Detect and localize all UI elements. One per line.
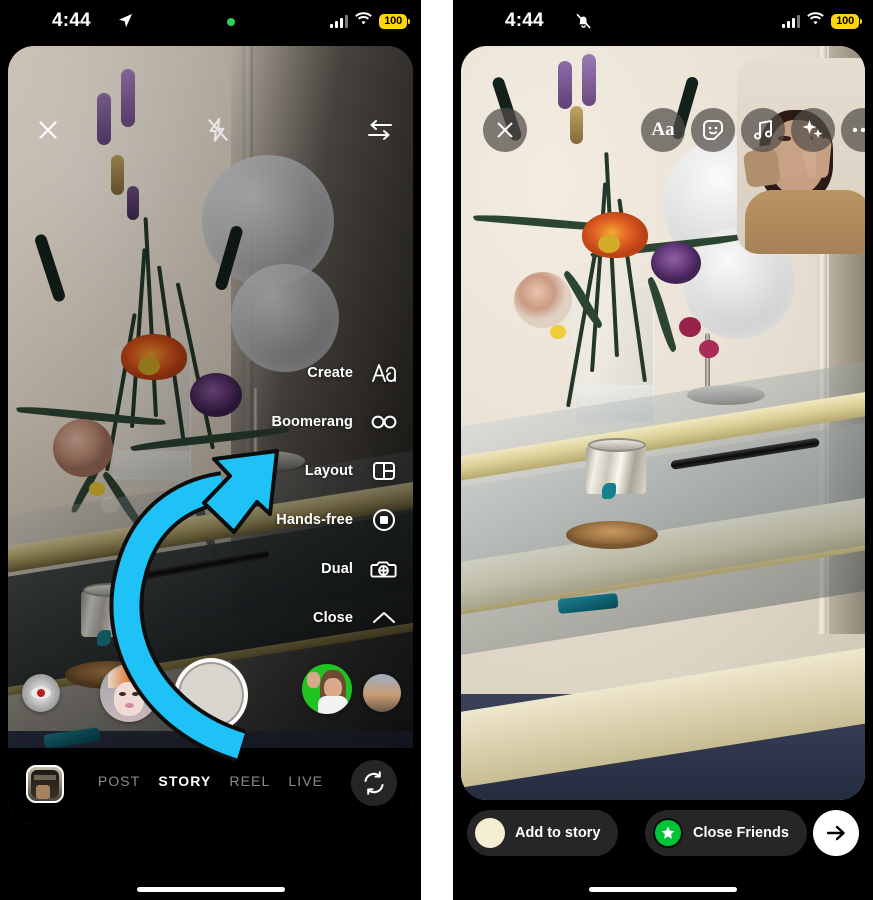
camera-viewport-left[interactable]: Create Boomerang Layout Hands-free Dual … xyxy=(8,46,413,824)
menu-item-label: Boomerang xyxy=(271,413,353,430)
sticker-smiley-icon[interactable] xyxy=(691,108,735,152)
swap-arrows-icon[interactable] xyxy=(363,114,397,146)
cellular-bars-icon xyxy=(782,14,801,28)
battery-indicator: 100 xyxy=(379,13,410,29)
capture-controls xyxy=(16,658,405,732)
add-to-story-button[interactable]: Add to story xyxy=(467,810,619,856)
status-indicators: 100 xyxy=(330,12,410,30)
mode-live[interactable]: LIVE xyxy=(288,773,323,789)
close-x-icon[interactable] xyxy=(32,114,64,146)
menu-item-boomerang[interactable]: Boomerang xyxy=(272,397,399,446)
sparkles-effects-icon[interactable] xyxy=(791,108,835,152)
add-to-story-label: Add to story xyxy=(515,825,601,841)
chevron-up-icon xyxy=(369,603,399,633)
more-ellipsis-icon[interactable] xyxy=(841,108,865,152)
sunset-landscape-effect-thumbnail[interactable] xyxy=(363,674,401,712)
cellular-bars-icon xyxy=(330,14,349,28)
dried-yellow-bloom xyxy=(111,154,125,195)
status-time: 4:44 xyxy=(52,10,91,31)
front-camera-pip[interactable] xyxy=(737,58,865,254)
screenshot-stage: Create Boomerang Layout Hands-free Dual … xyxy=(0,0,873,900)
status-time: 4:44 xyxy=(505,10,544,31)
lavender-bloom xyxy=(557,61,572,110)
battery-indicator: 100 xyxy=(831,13,862,29)
close-friends-button[interactable]: Close Friends xyxy=(645,810,807,856)
mode-post[interactable]: POST xyxy=(98,773,141,789)
menu-item-create[interactable]: Create xyxy=(272,348,399,397)
pip-selfie-image xyxy=(737,58,865,254)
vase-water xyxy=(114,450,191,487)
tin-teal-marking xyxy=(97,629,112,646)
yellow-bloom xyxy=(89,481,105,496)
close-x-icon[interactable] xyxy=(483,108,527,152)
camera-flip-icon[interactable] xyxy=(351,760,397,806)
pink-peony xyxy=(513,272,572,329)
menu-item-close[interactable]: Close xyxy=(272,593,399,642)
camera-top-bar xyxy=(16,104,405,156)
gallery-thumbnail[interactable] xyxy=(26,765,64,803)
panel-gap xyxy=(421,0,453,900)
tin-rim xyxy=(82,582,139,597)
text-aa-icon[interactable]: Aa xyxy=(641,108,685,152)
lavender-bloom xyxy=(582,53,597,106)
menu-item-label: Close xyxy=(313,609,353,626)
menu-item-hands-free[interactable]: Hands-free xyxy=(272,495,399,544)
shutter-button[interactable] xyxy=(173,658,248,732)
story-preview-viewport[interactable]: Aa xyxy=(461,46,865,800)
music-note-icon[interactable] xyxy=(741,108,785,152)
story-editor-toolbar: Aa xyxy=(469,108,865,154)
user-avatar xyxy=(475,818,505,848)
close-friends-label: Close Friends xyxy=(693,825,789,841)
close-friends-star-icon xyxy=(653,818,683,848)
purple-thistle xyxy=(650,242,701,285)
layout-grid-icon xyxy=(369,456,399,486)
phone-screenshot-left: Create Boomerang Layout Hands-free Dual … xyxy=(0,0,421,900)
menu-item-label: Create xyxy=(307,364,353,381)
home-indicator xyxy=(589,887,737,892)
capture-modes: POST STORY REEL LIVE xyxy=(98,773,323,789)
infinity-icon xyxy=(369,407,399,437)
purple-thistle xyxy=(190,372,243,417)
capture-mode-bar: POST STORY REEL LIVE xyxy=(8,748,413,824)
camera-mode-menu: Create Boomerang Layout Hands-free Dual … xyxy=(272,348,399,642)
bell-slash-icon xyxy=(575,13,592,29)
status-bar-right: 4:44 100 xyxy=(453,0,873,44)
status-indicators: 100 xyxy=(782,12,862,30)
cork-coaster xyxy=(566,521,659,550)
menu-item-label: Hands-free xyxy=(276,511,353,528)
metal-tin xyxy=(586,445,647,494)
avatar-face-filter-thumbnail[interactable] xyxy=(100,664,158,722)
green-screen-effect-thumbnail[interactable] xyxy=(302,664,352,714)
text-tool-label: Aa xyxy=(651,119,675,140)
flower-center xyxy=(137,357,160,376)
next-arrow-button[interactable] xyxy=(813,810,859,856)
flower-center xyxy=(598,234,621,253)
mirror-stand xyxy=(253,388,259,461)
yellow-bloom xyxy=(549,324,566,339)
flash-off-icon[interactable] xyxy=(202,114,234,146)
location-arrow-icon xyxy=(118,13,133,28)
phone-screenshot-right: Aa 4:44 100 Add to story Close Friends xyxy=(453,0,873,900)
eye-effect-thumbnail[interactable] xyxy=(22,674,60,712)
mode-story[interactable]: STORY xyxy=(158,773,211,789)
lavender-bloom xyxy=(127,186,140,221)
pink-peony xyxy=(52,419,113,478)
text-aa-icon xyxy=(369,358,399,388)
green-recording-dot xyxy=(227,18,235,26)
story-action-bar: Add to story Close Friends xyxy=(453,800,873,900)
hands-free-record-icon xyxy=(369,505,399,535)
dual-camera-icon xyxy=(369,554,399,584)
menu-item-layout[interactable]: Layout xyxy=(272,446,399,495)
home-indicator xyxy=(136,887,285,892)
menu-item-label: Layout xyxy=(304,462,353,479)
menu-item-label: Dual xyxy=(321,560,353,577)
mode-reel[interactable]: REEL xyxy=(229,773,270,789)
wifi-icon xyxy=(807,12,825,30)
wifi-icon xyxy=(355,12,373,30)
status-bar-left: 4:44 100 xyxy=(0,0,421,44)
menu-item-dual[interactable]: Dual xyxy=(272,544,399,593)
